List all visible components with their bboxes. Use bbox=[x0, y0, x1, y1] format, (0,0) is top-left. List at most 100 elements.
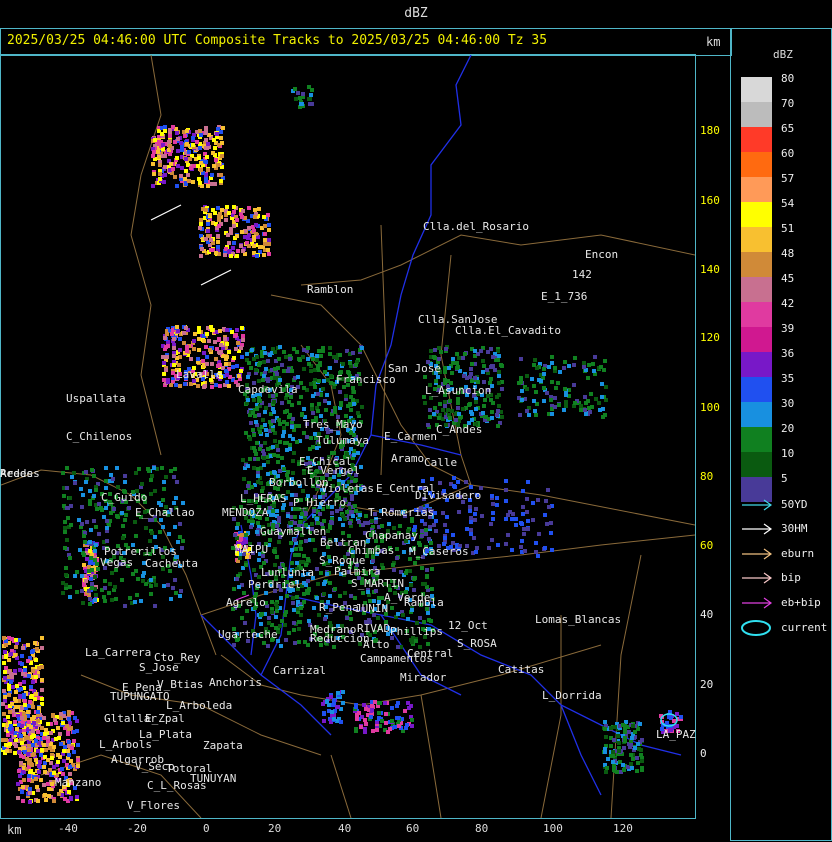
legend-swatch bbox=[741, 77, 772, 102]
legend-title: dBZ bbox=[773, 48, 793, 61]
legend-value: 70 bbox=[781, 97, 795, 110]
x-tick-label: -40 bbox=[58, 822, 78, 835]
current-cell-icon bbox=[741, 620, 771, 636]
x-tick-label: -20 bbox=[127, 822, 147, 835]
place-label: S_ROSA bbox=[457, 637, 497, 650]
place-label: Violetas bbox=[321, 482, 374, 495]
place-label: 142 bbox=[572, 268, 592, 281]
y-tick-label: 80 bbox=[700, 470, 714, 483]
x-tick-label: 120 bbox=[613, 822, 633, 835]
y-tick-label: 140 bbox=[700, 263, 720, 276]
track-arrow-icon bbox=[742, 499, 773, 511]
place-label: S_Jose bbox=[139, 661, 179, 674]
x-tick-label: 20 bbox=[268, 822, 282, 835]
place-label: La_Carrera bbox=[85, 646, 152, 659]
place-label: T_Romerias bbox=[368, 506, 435, 519]
x-tick-label: 100 bbox=[543, 822, 563, 835]
place-label: JUNIN bbox=[355, 602, 389, 615]
place-label: Anchoris bbox=[209, 676, 262, 689]
place-label: E_Challao bbox=[135, 506, 195, 519]
place-label: Clla.El_Cavadito bbox=[455, 324, 561, 337]
legend-value: 60 bbox=[781, 147, 795, 160]
place-label: Agrelo bbox=[226, 596, 266, 609]
place-label: Capdevila bbox=[238, 383, 298, 396]
km-label-top: km bbox=[706, 35, 721, 49]
place-label: Ramblon bbox=[307, 283, 354, 296]
place-label: Borbollon bbox=[269, 476, 329, 489]
track-legend-label: eb+bip bbox=[781, 596, 821, 609]
y-tick-label: 100 bbox=[700, 401, 720, 414]
place-label: Perdriel bbox=[248, 578, 301, 591]
legend-swatch bbox=[741, 427, 772, 452]
place-label: L_Asuncion bbox=[425, 384, 492, 397]
legend-value: 45 bbox=[781, 272, 795, 285]
place-label: Uspallata bbox=[66, 392, 126, 405]
y-tick-label: 60 bbox=[700, 539, 714, 552]
x-tick-label: 80 bbox=[475, 822, 489, 835]
track-legend-item: eburn bbox=[740, 545, 830, 563]
track-legend-label: current bbox=[781, 621, 828, 634]
place-label: Francisco bbox=[336, 373, 396, 386]
place-label: Guaymallen bbox=[260, 525, 327, 538]
legend-value: 51 bbox=[781, 222, 795, 235]
place-label: MAIPU bbox=[235, 543, 269, 556]
y-tick-label: 160 bbox=[700, 194, 720, 207]
legend-swatch bbox=[741, 302, 772, 327]
place-label: Campamentos bbox=[360, 652, 433, 665]
place-label: Chapanay bbox=[365, 529, 418, 542]
place-label: M_Caseros bbox=[409, 545, 469, 558]
legend-value: 36 bbox=[781, 347, 795, 360]
track-legend-item: bip bbox=[740, 569, 830, 587]
place-label: Carrizal bbox=[273, 664, 326, 677]
legend-swatch bbox=[741, 127, 772, 152]
legend-swatch bbox=[741, 227, 772, 252]
x-tick-label: 60 bbox=[406, 822, 420, 835]
place-label: C_L_Rosas bbox=[147, 779, 207, 792]
place-label: E_Carmen bbox=[384, 430, 437, 443]
legend-value: 35 bbox=[781, 372, 795, 385]
place-label: Alto bbox=[363, 638, 390, 651]
place-label: LA_PAZ bbox=[656, 728, 696, 741]
track-legend-label: 50YD bbox=[781, 498, 808, 511]
y-tick-label: 40 bbox=[700, 608, 714, 621]
place-label: TUPUNGATO bbox=[110, 690, 170, 703]
place-label: Ugarteche bbox=[218, 628, 278, 641]
place-label: Tres_Mayo bbox=[303, 418, 363, 431]
track-arrow-icon bbox=[742, 548, 773, 560]
legend-value: 57 bbox=[781, 172, 795, 185]
y-tick-label: 180 bbox=[700, 124, 720, 137]
place-label: C_Guido bbox=[101, 491, 148, 504]
y-tick-label: 20 bbox=[700, 678, 714, 691]
place-label: Vegas bbox=[100, 556, 134, 569]
legend-swatch bbox=[741, 327, 772, 352]
track-arrow-icon bbox=[742, 597, 773, 609]
place-label: L_Dorrida bbox=[542, 689, 602, 702]
place-label: P_Hierro bbox=[293, 496, 346, 509]
place-label: Tulumaya bbox=[316, 434, 369, 447]
x-tick-label: 0 bbox=[203, 822, 210, 835]
track-legend-item: current bbox=[740, 619, 830, 637]
place-label: Aramo bbox=[391, 452, 425, 465]
legend-swatch bbox=[741, 352, 772, 377]
place-label: 12_Oct bbox=[448, 619, 488, 632]
place-label: E_1_736 bbox=[541, 290, 588, 303]
legend-value: 65 bbox=[781, 122, 795, 135]
legend-swatch bbox=[741, 277, 772, 302]
place-label: RIVAD bbox=[357, 622, 391, 635]
legend-swatch bbox=[741, 452, 772, 477]
place-label: MENDOZA bbox=[222, 506, 269, 519]
place-label: Encon bbox=[585, 248, 619, 261]
place-label: San Jose bbox=[388, 362, 441, 375]
place-label: L_Arbols bbox=[99, 738, 152, 751]
track-legend-label: eburn bbox=[781, 547, 815, 560]
legend-value: 48 bbox=[781, 247, 795, 260]
place-label: Lavalle bbox=[176, 368, 223, 381]
km-label-bottom: km bbox=[7, 823, 22, 837]
place-label: Cacheuta bbox=[145, 557, 198, 570]
place-label: Manzano bbox=[55, 776, 102, 789]
place-label: E_Zpal bbox=[145, 712, 185, 725]
legend-value: 39 bbox=[781, 322, 795, 335]
legend-value: 54 bbox=[781, 197, 795, 210]
track-legend-label: bip bbox=[781, 571, 801, 584]
legend-value: 30 bbox=[781, 397, 795, 410]
